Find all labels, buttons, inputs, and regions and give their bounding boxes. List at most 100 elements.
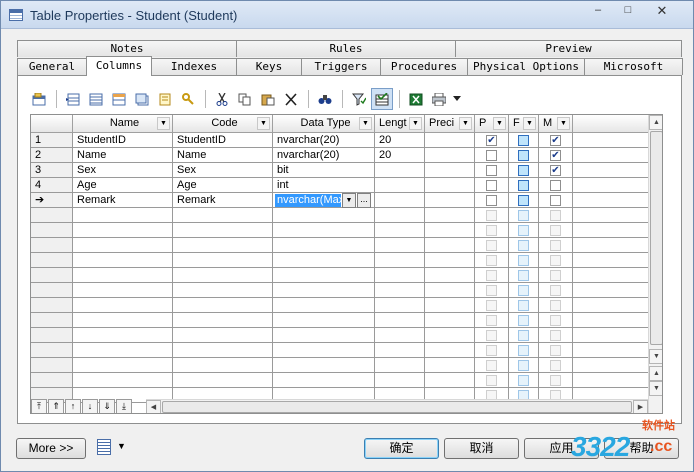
cell-length[interactable] [375,328,425,343]
move-page-down-button[interactable]: ⇓ [99,399,115,413]
tab-general[interactable]: General [17,58,87,75]
chevron-down-icon[interactable]: ▼ [493,117,506,130]
primary-checkbox[interactable] [486,165,497,176]
chevron-down-icon[interactable]: ▼ [459,117,472,130]
data-type-browse-button[interactable]: ... [357,193,371,208]
cell-length[interactable] [375,343,425,358]
cell-filler[interactable] [573,373,648,388]
cell-mandatory[interactable] [539,238,573,253]
cell-foreign[interactable] [509,178,539,193]
empty-row[interactable] [31,328,651,343]
cell-mandatory[interactable] [539,313,573,328]
cell-data-type[interactable]: int [273,178,375,193]
copy-button[interactable] [234,88,256,110]
cell-name[interactable] [73,268,173,283]
cell-code[interactable] [173,298,273,313]
cell-filler[interactable] [573,163,648,178]
cell-precision[interactable] [425,223,475,238]
cell-name[interactable] [73,343,173,358]
cell-code[interactable] [173,283,273,298]
mandatory-checkbox[interactable] [550,240,561,251]
scroll-page-up-button[interactable]: ▲ [649,366,662,381]
cell-filler[interactable] [573,268,648,283]
move-up-button[interactable]: ↑ [65,399,81,413]
cell-filler[interactable] [573,313,648,328]
foreign-checkbox[interactable] [518,300,529,311]
primary-checkbox[interactable] [486,210,497,221]
tab-physical-options[interactable]: Physical Options [467,58,585,75]
cell-filler[interactable] [573,298,648,313]
data-type-dropdown-button[interactable]: ▼ [342,193,356,208]
properties-button[interactable] [28,88,50,110]
header-primary[interactable]: P ▼ [475,115,509,133]
move-top-button[interactable]: ⤒ [31,399,47,413]
cell-code[interactable] [173,208,273,223]
cell-foreign[interactable] [509,238,539,253]
cell-length[interactable] [375,178,425,193]
insert-row-button[interactable] [62,88,84,110]
tab-microsoft[interactable]: Microsoft [584,58,683,75]
chevron-down-icon[interactable]: ▼ [409,117,422,130]
cell-filler[interactable] [573,283,648,298]
cell-name[interactable] [73,373,173,388]
cell-data-type[interactable] [273,283,375,298]
cell-name[interactable]: Age [73,178,173,193]
cell-length[interactable] [375,268,425,283]
foreign-checkbox[interactable] [518,375,529,386]
cell-code[interactable] [173,343,273,358]
empty-row[interactable] [31,223,651,238]
data-type-input[interactable]: nvarchar(Max) [275,194,348,207]
cell-mandatory[interactable] [539,373,573,388]
empty-row[interactable] [31,313,651,328]
foreign-checkbox[interactable] [518,135,529,146]
cell-precision[interactable] [425,208,475,223]
scroll-page-down-button[interactable]: ▼ [649,381,662,396]
cell-data-type[interactable] [273,238,375,253]
scroll-right-button[interactable]: ▶ [633,400,648,413]
cell-mandatory[interactable] [539,343,573,358]
key-button[interactable] [177,88,199,110]
cell-mandatory[interactable]: ✔ [539,163,573,178]
empty-row[interactable] [31,253,651,268]
add-row-button[interactable] [85,88,107,110]
cell-foreign[interactable] [509,283,539,298]
table-row[interactable]: 1 StudentID StudentID nvarchar(20) 20 ✔ ✔ [31,133,651,148]
empty-row[interactable] [31,238,651,253]
cell-length[interactable] [375,238,425,253]
tab-columns[interactable]: Columns [86,56,152,76]
cell-length[interactable] [375,253,425,268]
foreign-checkbox[interactable] [518,360,529,371]
cell-primary[interactable] [475,343,509,358]
cell-mandatory[interactable]: ✔ [539,133,573,148]
mandatory-checkbox[interactable] [550,255,561,266]
header-data-type[interactable]: Data Type ▼ [273,115,375,133]
cell-code[interactable] [173,268,273,283]
cell-precision[interactable] [425,283,475,298]
chevron-down-icon[interactable]: ▼ [257,117,270,130]
cell-data-type[interactable] [273,223,375,238]
cell-precision[interactable] [425,298,475,313]
cell-data-type[interactable] [273,208,375,223]
cell-precision[interactable] [425,133,475,148]
cell-name[interactable] [73,283,173,298]
primary-checkbox[interactable] [486,225,497,236]
empty-row[interactable] [31,208,651,223]
cell-name[interactable]: StudentID [73,133,173,148]
table-row[interactable]: 4 Age Age int [31,178,651,193]
cell-code[interactable] [173,373,273,388]
cell-foreign[interactable] [509,223,539,238]
cell-primary[interactable] [475,373,509,388]
cell-filler[interactable] [573,208,648,223]
cell-length[interactable]: 20 [375,148,425,163]
cell-mandatory[interactable] [539,358,573,373]
cell-length[interactable] [375,283,425,298]
cell-precision[interactable] [425,238,475,253]
cell-precision[interactable] [425,148,475,163]
mandatory-checkbox[interactable] [550,270,561,281]
mandatory-checkbox[interactable] [550,360,561,371]
cell-length[interactable] [375,313,425,328]
mandatory-checkbox[interactable] [550,210,561,221]
tab-procedures[interactable]: Procedures [380,58,468,75]
cell-filler[interactable] [573,148,648,163]
tab-notes[interactable]: Notes [17,40,237,57]
